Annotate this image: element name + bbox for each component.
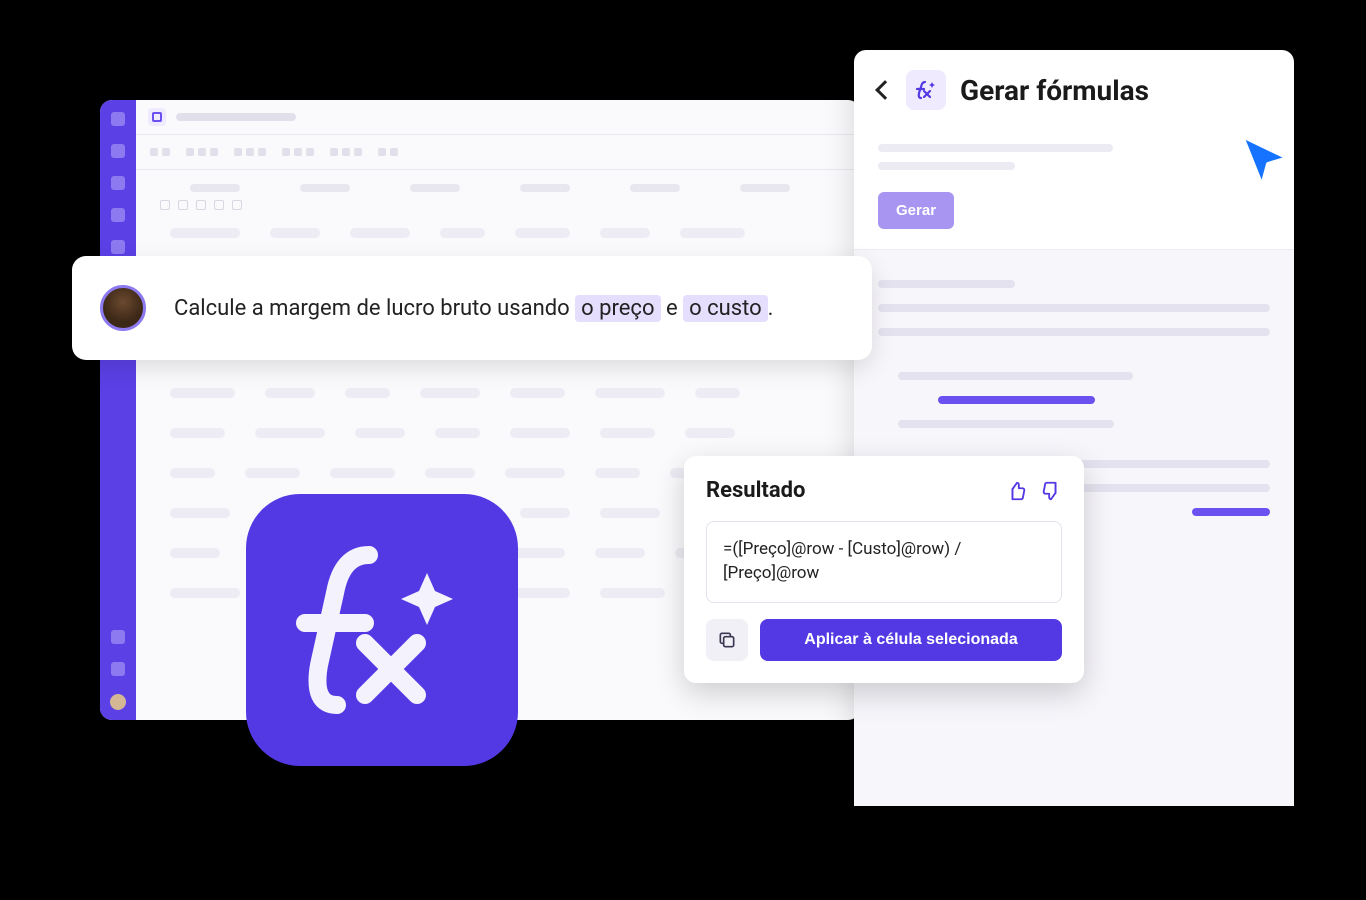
sheet-icon (148, 108, 166, 126)
nav-user-avatar[interactable] (110, 694, 126, 710)
generate-button[interactable]: Gerar (878, 192, 954, 229)
formula-output: =([Preço]@row - [Custo]@row) / [Preço]@r… (706, 521, 1062, 603)
thumbs-down-icon[interactable] (1040, 480, 1062, 502)
copy-icon (717, 630, 737, 650)
left-nav-rail (100, 100, 136, 720)
nav-folder-icon[interactable] (111, 208, 125, 222)
panel-header: Gerar fórmulas (854, 50, 1294, 126)
panel-title: Gerar fórmulas (960, 74, 1149, 107)
prompt-text: Calcule a margem de lucro bruto usando o… (174, 296, 773, 321)
prompt-part: e (661, 296, 684, 321)
generate-formulas-panel: Gerar fórmulas Gerar (854, 50, 1294, 806)
nav-notifications-icon[interactable] (111, 144, 125, 158)
cursor-pointer-icon (1232, 128, 1300, 196)
copy-button[interactable] (706, 619, 748, 661)
user-avatar (100, 285, 146, 331)
sheet-title-placeholder (176, 113, 296, 121)
user-prompt-card: Calcule a margem de lucro bruto usando o… (72, 256, 872, 360)
result-header: Resultado (706, 478, 1062, 503)
result-title: Resultado (706, 478, 805, 503)
prompt-token-price: o preço (575, 295, 660, 322)
title-bar (136, 100, 860, 134)
panel-input-section: Gerar (854, 126, 1294, 250)
placeholder-line (878, 162, 1015, 170)
nav-help-icon[interactable] (111, 662, 125, 676)
toolbar (136, 134, 860, 170)
nav-search-icon[interactable] (111, 176, 125, 190)
prompt-part: . (768, 296, 774, 321)
prompt-token-cost: o custo (683, 295, 768, 322)
nav-apps-icon[interactable] (111, 630, 125, 644)
nav-home-icon[interactable] (111, 112, 125, 126)
apply-to-cell-button[interactable]: Aplicar à célula selecionada (760, 619, 1062, 661)
formula-result-card: Resultado =([Preço]@row - [Custo]@row) /… (684, 456, 1084, 683)
result-actions: Aplicar à célula selecionada (706, 619, 1062, 661)
feedback-buttons (1006, 480, 1062, 502)
nav-item-icon[interactable] (111, 240, 125, 254)
fx-badge-icon (906, 70, 946, 110)
back-button[interactable] (875, 80, 895, 100)
thumbs-up-icon[interactable] (1006, 480, 1028, 502)
prompt-part: Calcule a margem de lucro bruto usando (174, 296, 575, 321)
formula-feature-icon (246, 494, 518, 766)
placeholder-line (878, 144, 1113, 152)
